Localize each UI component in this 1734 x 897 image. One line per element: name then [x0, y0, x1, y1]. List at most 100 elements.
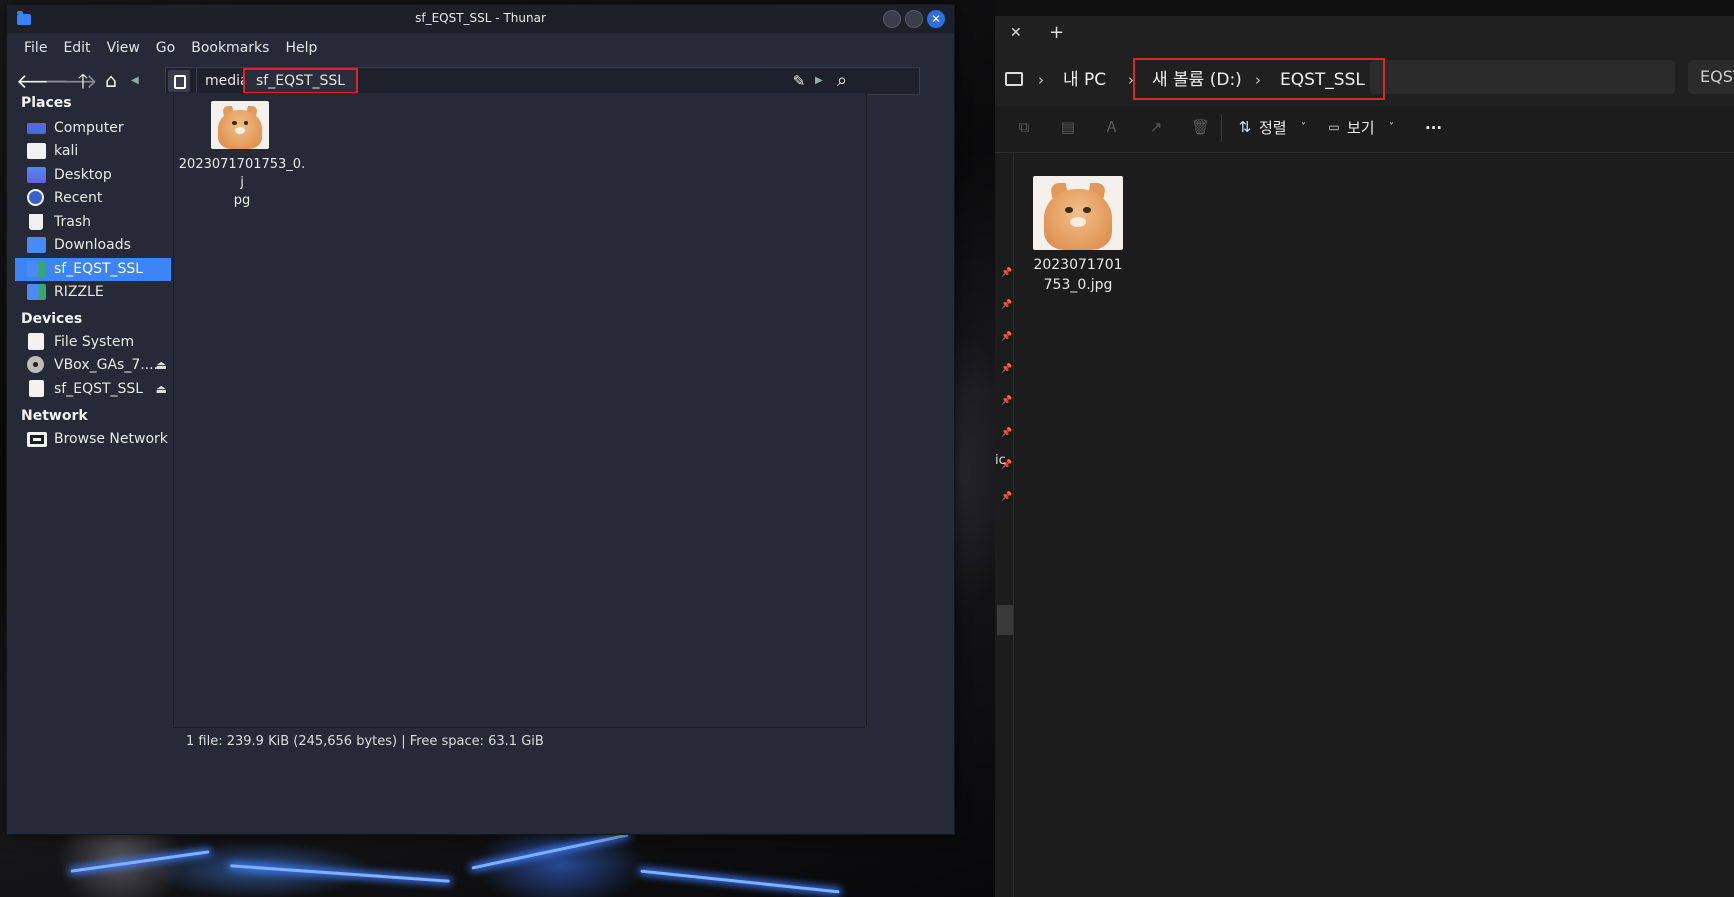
sidebar-item-vbox-gas[interactable]: VBox_GAs_7.... ⏏: [15, 354, 171, 377]
downloads-folder-icon: [27, 237, 46, 253]
rename-icon[interactable]: Ꭺ: [1103, 118, 1121, 136]
file-item[interactable]: 2023071701753_0.j pg: [178, 101, 306, 208]
menu-go[interactable]: Go: [150, 40, 181, 56]
sort-icon[interactable]: ⇅: [1236, 118, 1254, 136]
file-name-line: pg: [233, 193, 251, 208]
home-icon[interactable]: ⌂: [100, 70, 122, 92]
devices-heading: Devices: [21, 311, 83, 327]
sidebar-item-downloads[interactable]: Downloads: [15, 234, 171, 257]
nav-scroll-thumb[interactable]: [997, 605, 1013, 635]
sidebar-item-label: VBox_GAs_7....: [54, 357, 159, 373]
trash-icon: [29, 214, 43, 230]
menu-bar: File Edit View Go Bookmarks Help: [7, 33, 954, 63]
chevron-down-icon: ˅: [1301, 122, 1306, 133]
view-icon[interactable]: ▭: [1325, 118, 1343, 136]
search-box[interactable]: EQST: [1688, 60, 1734, 94]
window-title: sf_EQST_SSL - Thunar: [415, 11, 546, 25]
file-name-line: 753_0.jpg: [1043, 277, 1113, 293]
menu-edit[interactable]: Edit: [57, 40, 96, 56]
root-drive-icon[interactable]: [168, 70, 190, 92]
network-icon: [27, 432, 47, 447]
chevron-right-icon: ›: [1038, 71, 1044, 89]
pin-icon[interactable]: 📌: [1001, 333, 1012, 342]
chevron-down-icon: ˅: [1389, 122, 1394, 133]
path-bar: media sf_EQST_SSL ✎: [165, 67, 920, 95]
sidebar-item-label: Trash: [54, 214, 91, 230]
share-icon[interactable]: ↗: [1147, 118, 1165, 136]
shared-folder-icon: [27, 284, 46, 300]
search-icon[interactable]: ⌕: [831, 70, 853, 92]
file-view[interactable]: 2023071701753_0.j pg: [173, 93, 867, 726]
pin-icon[interactable]: 📌: [1001, 269, 1012, 278]
new-tab-icon[interactable]: +: [1049, 22, 1064, 43]
file-item[interactable]: 2023071701 753_0.jpg: [1033, 176, 1133, 296]
command-divider: [1221, 114, 1222, 142]
more-options-button[interactable]: ···: [1425, 118, 1442, 138]
maximize-button[interactable]: [905, 10, 923, 28]
file-name-line: 2023071701: [1033, 257, 1123, 273]
sidebar-item-kali[interactable]: kali: [15, 140, 171, 163]
menu-help[interactable]: Help: [279, 40, 323, 56]
file-name-line: 2023071701753_0.j: [178, 157, 306, 190]
minimize-button[interactable]: [883, 10, 901, 28]
path-crumb-current[interactable]: sf_EQST_SSL: [243, 68, 359, 94]
close-tab-icon[interactable]: ✕: [1010, 25, 1022, 41]
sidebar-item-rizzle[interactable]: RIZZLE: [15, 281, 171, 304]
wallpaper-streak: [640, 869, 840, 894]
edit-path-pencil-icon[interactable]: ✎: [788, 70, 810, 92]
pin-icon[interactable]: 📌: [1001, 429, 1012, 438]
eject-icon[interactable]: ⏏: [156, 378, 167, 401]
search-placeholder: EQST: [1700, 67, 1734, 86]
menu-bookmarks[interactable]: Bookmarks: [185, 40, 275, 56]
close-button[interactable]: ✕: [927, 10, 945, 28]
monitor-icon: [1005, 72, 1023, 86]
pin-icon[interactable]: 📌: [1001, 493, 1012, 502]
sidebar-item-label: Browse Network: [54, 431, 168, 447]
nav-label-fragment: ic: [995, 453, 1006, 468]
tab-row: ✕ +: [995, 16, 1734, 54]
pin-icon[interactable]: 📌: [1001, 365, 1012, 374]
sidebar-item-label: Computer: [54, 120, 124, 136]
eject-icon[interactable]: ⏏: [156, 354, 167, 377]
back-arrow-icon[interactable]: 🡐: [16, 70, 70, 92]
sidebar-item-label: kali: [54, 143, 79, 159]
wallpaper-streak: [70, 850, 210, 873]
up-arrow-icon[interactable]: 🡑: [72, 70, 94, 92]
copy-icon[interactable]: ⧉: [1015, 118, 1033, 136]
thunar-window: sf_EQST_SSL - Thunar ✕ File Edit View Go…: [6, 4, 955, 835]
image-thumbnail: [211, 101, 269, 149]
path-scroll-left-icon[interactable]: ◀: [131, 67, 139, 95]
title-bar[interactable]: sf_EQST_SSL - Thunar ✕: [7, 5, 954, 33]
file-name: 2023071701753_0.j pg: [178, 156, 306, 210]
pin-icon[interactable]: 📌: [1001, 397, 1012, 406]
address-crumb-pc[interactable]: 내 PC: [1063, 54, 1106, 106]
sidebar-item-label: sf_EQST_SSL: [54, 381, 144, 397]
menu-view[interactable]: View: [101, 40, 146, 56]
paste-icon[interactable]: ▤: [1059, 118, 1077, 136]
sidebar-item-desktop[interactable]: Desktop: [15, 164, 171, 187]
sort-button[interactable]: 정렬: [1259, 118, 1287, 138]
explorer-window: ✕ + › 내 PC › 새 볼륨 (D:) › EQST_SSL EQST ⧉…: [995, 0, 1734, 897]
path-scroll-right-icon[interactable]: ▶: [815, 67, 823, 95]
sidebar-item-file-system[interactable]: File System: [15, 331, 171, 354]
menu-file[interactable]: File: [18, 40, 53, 56]
sidebar-item-sf-eqst-ssl[interactable]: sf_EQST_SSL: [15, 258, 171, 281]
sidebar: Places Computer kali Desktop Recent Tras…: [11, 93, 171, 831]
sidebar-item-computer[interactable]: Computer: [15, 117, 171, 140]
sidebar-item-trash[interactable]: Trash: [15, 211, 171, 234]
wallpaper-streak: [471, 833, 629, 870]
file-name: 2023071701 753_0.jpg: [1028, 255, 1128, 295]
sidebar-item-recent[interactable]: Recent: [15, 187, 171, 210]
forward-arrow-icon[interactable]: 🡒: [44, 70, 98, 92]
view-button[interactable]: 보기: [1347, 118, 1375, 138]
desktop-folder-icon: [27, 167, 46, 183]
sidebar-item-label: File System: [54, 334, 135, 350]
sidebar-item-browse-network[interactable]: Browse Network: [15, 428, 171, 451]
sidebar-item-sf-eqst-ssl-device[interactable]: sf_EQST_SSL ⏏: [15, 378, 171, 401]
network-drive-icon: [29, 380, 44, 397]
highlight-box: [1133, 58, 1385, 100]
sidebar-item-label: RIZZLE: [54, 284, 104, 300]
pin-icon[interactable]: 📌: [1001, 301, 1012, 310]
delete-icon[interactable]: 🗑: [1191, 118, 1210, 136]
recent-icon: [27, 189, 44, 206]
